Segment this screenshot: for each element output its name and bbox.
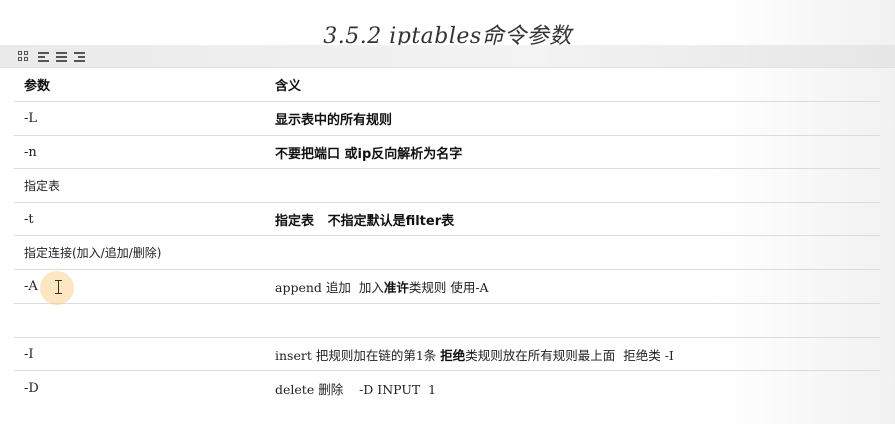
meaning-cell: 显示表中的所有规则 bbox=[275, 113, 393, 128]
document-page: 3.5.2 iptables命令参数 参数 含义 -L 显示表中的所有规则 -n… bbox=[0, 0, 895, 424]
param-cell: 指定连接(加入/追加/删除) bbox=[24, 246, 162, 260]
table-row bbox=[14, 304, 880, 338]
meaning-emphasis: 准许 bbox=[383, 280, 409, 295]
table-row: -L 显示表中的所有规则 bbox=[14, 102, 880, 136]
parameter-table: 参数 含义 -L 显示表中的所有规则 -n 不要把端口 或ip反向解析为名字 指… bbox=[14, 68, 880, 405]
param-cell: 指定表 bbox=[24, 179, 61, 193]
meaning-cell: delete 删除 -D INPUT 1 bbox=[275, 381, 437, 397]
meaning-text: 类规则 使用-A bbox=[408, 280, 489, 295]
align-left-icon[interactable] bbox=[38, 50, 50, 62]
align-center-icon[interactable] bbox=[56, 50, 68, 62]
meaning-text: append 追加 加入 bbox=[275, 280, 384, 295]
param-cell: -t bbox=[24, 211, 34, 227]
table-header-row: 参数 含义 bbox=[14, 68, 880, 102]
param-cell: -n bbox=[24, 144, 37, 160]
param-cell: -L bbox=[24, 111, 38, 126]
param-cell: -A bbox=[24, 279, 38, 294]
meaning-emphasis: 拒绝 bbox=[440, 347, 466, 363]
param-cell: -D bbox=[24, 380, 39, 396]
table-row: -I insert 把规则加在链的第1条 拒绝 类规则放在所有规则最上面 拒绝类 … bbox=[14, 338, 880, 371]
meaning-cell: 不要把端口 或ip反向解析为名字 bbox=[275, 146, 463, 162]
table-row: -A append 追加 加入 准许 类规则 使用-A bbox=[14, 270, 880, 305]
align-right-icon[interactable] bbox=[74, 50, 86, 62]
meaning-cell: append 追加 加入 准许 类规则 使用-A bbox=[275, 270, 489, 303]
param-cell: -I bbox=[24, 346, 34, 362]
table-row: -t 指定表 不指定默认是filter表 bbox=[14, 203, 880, 236]
header-param: 参数 bbox=[24, 79, 51, 94]
meaning-text: 类规则放在所有规则最上面 拒绝类 -I bbox=[465, 347, 674, 363]
header-meaning: 含义 bbox=[275, 79, 302, 94]
grid-view-icon[interactable] bbox=[18, 50, 30, 62]
meaning-text: insert 把规则加在链的第1条 bbox=[275, 347, 441, 363]
table-toolbar bbox=[0, 45, 895, 68]
meaning-cell: 指定表 不指定默认是filter表 bbox=[275, 213, 455, 229]
table-row: -D delete 删除 -D INPUT 1 bbox=[14, 371, 880, 405]
table-row: 指定表 bbox=[14, 169, 880, 203]
meaning-cell: insert 把规则加在链的第1条 拒绝 类规则放在所有规则最上面 拒绝类 -I bbox=[275, 338, 674, 370]
table-row: 指定连接(加入/追加/删除) bbox=[14, 236, 880, 270]
table-row: -n 不要把端口 或ip反向解析为名字 bbox=[14, 136, 880, 169]
text-cursor-icon bbox=[55, 280, 62, 294]
